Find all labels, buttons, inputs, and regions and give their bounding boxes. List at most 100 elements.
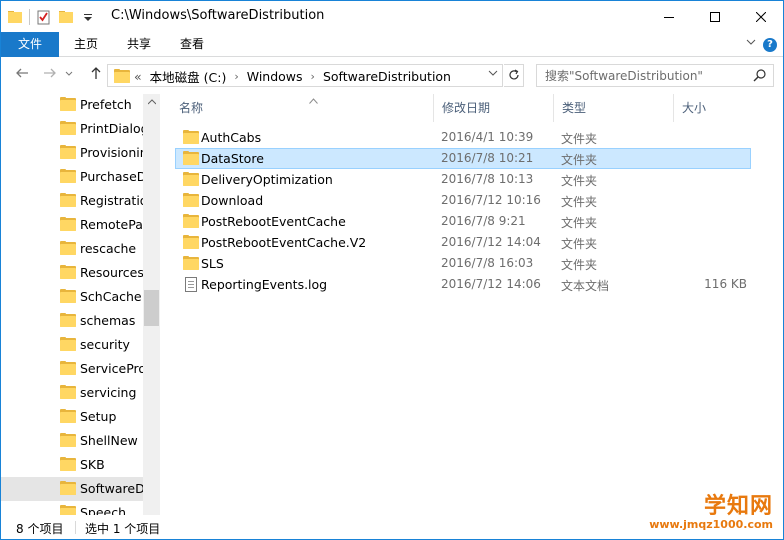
folder-icon <box>60 433 76 447</box>
folder-icon <box>60 409 76 423</box>
minimize-icon <box>664 16 674 18</box>
tab-file[interactable]: 文件 <box>1 32 59 57</box>
breadcrumb-overflow[interactable]: « <box>134 69 142 84</box>
forward-button[interactable] <box>39 66 61 86</box>
maximize-button[interactable] <box>692 1 738 32</box>
nav-tree-item[interactable]: Registration <box>1 189 144 213</box>
nav-tree-item-label: RemotePackages <box>80 217 144 232</box>
explorer-window: C:\Windows\SoftwareDistribution 文件 主页 共享… <box>0 0 784 540</box>
folder-icon <box>60 121 76 135</box>
customize-toolbar-icon[interactable] <box>80 9 96 25</box>
folder-icon <box>60 145 76 159</box>
file-row[interactable]: ReportingEvents.log 2016/7/12 14:06 文本文档 11… <box>175 274 751 295</box>
search-icon[interactable] <box>753 68 767 82</box>
nav-tree-item-label: Resources <box>80 265 144 280</box>
file-row[interactable]: DeliveryOptimization 2016/7/8 10:13 文件夹 <box>175 169 751 190</box>
new-folder-icon[interactable] <box>58 9 74 25</box>
file-list[interactable]: 名称 修改日期 类型 大小 AuthCabs 2016/4/1 10:39 文件夹 D… <box>161 94 783 515</box>
nav-tree-item[interactable]: ServiceProfiles <box>1 357 144 381</box>
nav-tree-item[interactable]: Setup <box>1 405 144 429</box>
address-dropdown-icon[interactable] <box>488 68 498 81</box>
file-size: 116 KB <box>704 277 747 291</box>
column-header-date[interactable]: 修改日期 <box>433 94 553 122</box>
nav-tree-item-label: ServiceProfiles <box>80 361 144 376</box>
nav-tree-item[interactable]: PurchaseDialog <box>1 165 144 189</box>
recent-locations-button[interactable] <box>63 66 75 86</box>
file-type: 文件夹 <box>561 153 598 167</box>
help-icon[interactable]: ? <box>763 38 777 52</box>
scroll-up-icon[interactable] <box>143 94 160 111</box>
column-header-type[interactable]: 类型 <box>553 94 673 122</box>
file-row[interactable]: AuthCabs 2016/4/1 10:39 文件夹 <box>175 127 751 148</box>
breadcrumb-separator[interactable]: › <box>234 70 238 83</box>
address-row: « 本地磁盘 (C:) › Windows › SoftwareDistribu… <box>1 58 783 94</box>
scrollbar-thumb[interactable] <box>144 290 159 326</box>
file-type: 文件夹 <box>561 132 598 146</box>
text-document-icon <box>185 277 197 292</box>
nav-tree-item[interactable]: ShellNew <box>1 429 144 453</box>
nav-tree-item[interactable]: SoftwareDistribution <box>1 477 144 501</box>
nav-tree-item[interactable]: SchCache <box>1 285 144 309</box>
nav-tree-item[interactable]: PrintDialog <box>1 117 144 141</box>
file-row[interactable]: Download 2016/7/12 10:16 文件夹 <box>175 190 751 211</box>
search-box[interactable] <box>536 64 774 87</box>
file-name: PostRebootEventCache.V2 <box>201 235 367 250</box>
file-type: 文件夹 <box>561 174 598 188</box>
expand-ribbon-icon[interactable] <box>743 37 759 53</box>
title-bar[interactable]: C:\Windows\SoftwareDistribution <box>1 1 783 32</box>
nav-tree-item[interactable]: RemotePackages <box>1 213 144 237</box>
properties-icon[interactable] <box>36 9 52 25</box>
nav-tree-item-label: PrintDialog <box>80 121 144 136</box>
refresh-button[interactable] <box>504 64 524 87</box>
status-divider <box>75 521 76 534</box>
quick-access-toolbar <box>7 7 102 27</box>
file-row[interactable]: DataStore 2016/7/8 10:21 文件夹 <box>175 148 751 169</box>
nav-tree-item[interactable]: Speech <box>1 501 144 515</box>
column-header-size[interactable]: 大小 <box>673 94 753 122</box>
file-row[interactable]: PostRebootEventCache.V2 2016/7/12 14:04 文件… <box>175 232 751 253</box>
breadcrumb-separator[interactable]: › <box>311 70 315 83</box>
toolbar-divider <box>29 9 30 25</box>
file-row[interactable]: SLS 2016/7/8 16:03 文件夹 <box>175 253 751 274</box>
nav-scrollbar[interactable] <box>143 94 160 515</box>
up-button[interactable] <box>85 66 107 86</box>
tab-view[interactable]: 查看 <box>167 32 217 57</box>
folder-icon <box>183 151 199 165</box>
breadcrumb-item-current[interactable]: SoftwareDistribution <box>323 69 451 84</box>
column-header-name[interactable]: 名称 <box>171 94 433 122</box>
folder-icon <box>60 217 76 231</box>
nav-tree-item[interactable]: SKB <box>1 453 144 477</box>
nav-tree-item[interactable]: Resources <box>1 261 144 285</box>
address-bar[interactable]: « 本地磁盘 (C:) › Windows › SoftwareDistribu… <box>107 64 503 87</box>
nav-tree-item-label: ShellNew <box>80 433 138 448</box>
folder-icon[interactable] <box>7 9 23 25</box>
nav-tree-item-label: Provisioning <box>80 145 144 160</box>
search-input[interactable] <box>537 65 747 86</box>
nav-tree-item-label: SchCache <box>80 289 142 304</box>
folder-icon <box>60 337 76 351</box>
back-button[interactable] <box>11 66 33 86</box>
close-button[interactable] <box>738 1 784 32</box>
breadcrumb-item-drive[interactable]: 本地磁盘 (C:) <box>150 67 227 86</box>
nav-tree-item[interactable]: security <box>1 333 144 357</box>
nav-tree-item[interactable]: rescache <box>1 237 144 261</box>
tab-share[interactable]: 共享 <box>114 32 164 57</box>
navigation-pane[interactable]: Prefetch PrintDialog Provisioning PurchaseD… <box>1 94 161 515</box>
nav-tree-item-label: SKB <box>80 457 105 472</box>
breadcrumb-item-windows[interactable]: Windows <box>247 69 303 84</box>
file-type: 文件夹 <box>561 195 598 209</box>
nav-tree-item[interactable]: schemas <box>1 309 144 333</box>
minimize-button[interactable] <box>646 1 692 32</box>
nav-tree-item-label: schemas <box>80 313 136 328</box>
nav-tree-item[interactable]: Provisioning <box>1 141 144 165</box>
file-name: ReportingEvents.log <box>201 277 328 292</box>
nav-tree-item[interactable]: servicing <box>1 381 144 405</box>
tab-home[interactable]: 主页 <box>61 32 111 57</box>
nav-tree-item[interactable]: Prefetch <box>1 94 144 117</box>
folder-icon <box>183 256 199 270</box>
maximize-icon <box>710 11 720 22</box>
folder-icon <box>114 69 130 83</box>
file-row[interactable]: PostRebootEventCache 2016/7/8 9:21 文件夹 <box>175 211 751 232</box>
nav-tree-item-label: Registration <box>80 193 144 208</box>
file-date: 2016/7/8 16:03 <box>441 256 534 270</box>
